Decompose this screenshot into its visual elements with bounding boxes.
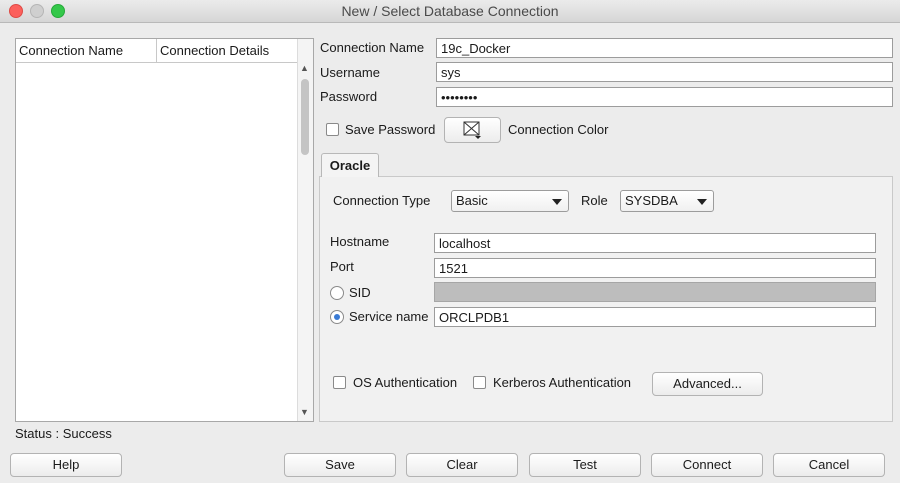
chevron-down-icon bbox=[697, 199, 707, 205]
connection-type-value: Basic bbox=[456, 193, 488, 208]
tab-oracle[interactable]: Oracle bbox=[321, 153, 379, 177]
port-field[interactable] bbox=[434, 258, 876, 278]
scrollbar-thumb[interactable] bbox=[301, 79, 309, 155]
role-value: SYSDBA bbox=[625, 193, 678, 208]
password-label: Password bbox=[320, 89, 378, 104]
help-button[interactable]: Help bbox=[10, 453, 122, 477]
hostname-label: Hostname bbox=[330, 234, 390, 249]
connection-color-label: Connection Color bbox=[508, 122, 609, 137]
title-bar: New / Select Database Connection bbox=[0, 0, 900, 23]
os-authentication-label: OS Authentication bbox=[353, 375, 458, 390]
role-label: Role bbox=[581, 193, 608, 208]
service-name-field[interactable] bbox=[434, 307, 876, 327]
test-button[interactable]: Test bbox=[529, 453, 641, 477]
chevron-down-icon bbox=[552, 199, 562, 205]
column-header-connection-details[interactable]: Connection Details bbox=[160, 43, 269, 58]
username-field[interactable] bbox=[436, 62, 893, 82]
column-divider[interactable] bbox=[156, 39, 157, 62]
sid-radio[interactable] bbox=[330, 286, 344, 300]
advanced-button[interactable]: Advanced... bbox=[652, 372, 763, 396]
connect-button[interactable]: Connect bbox=[651, 453, 763, 477]
password-field[interactable] bbox=[436, 87, 893, 107]
service-name-label: Service name bbox=[349, 309, 429, 324]
username-label: Username bbox=[320, 65, 380, 80]
save-button[interactable]: Save bbox=[284, 453, 396, 477]
scroll-up-icon[interactable]: ▲ bbox=[300, 63, 309, 73]
connection-name-field[interactable] bbox=[436, 38, 893, 58]
role-select[interactable]: SYSDBA bbox=[620, 190, 714, 212]
window-title: New / Select Database Connection bbox=[341, 3, 559, 19]
color-swatch-icon bbox=[463, 121, 481, 139]
port-label: Port bbox=[330, 259, 354, 274]
service-name-radio[interactable] bbox=[330, 310, 344, 324]
clear-button[interactable]: Clear bbox=[406, 453, 518, 477]
hostname-field[interactable] bbox=[434, 233, 876, 253]
sid-field bbox=[434, 282, 876, 302]
kerberos-authentication-label: Kerberos Authentication bbox=[493, 375, 632, 390]
connection-color-button[interactable] bbox=[444, 117, 501, 143]
os-authentication-checkbox[interactable] bbox=[333, 376, 346, 389]
status-text: Status : Success bbox=[15, 426, 112, 441]
connections-list[interactable]: Connection Name Connection Details ▲ ▼ bbox=[15, 38, 314, 422]
scroll-down-icon[interactable]: ▼ bbox=[300, 407, 309, 417]
save-password-label: Save Password bbox=[345, 122, 436, 137]
connections-list-header: Connection Name Connection Details bbox=[16, 39, 299, 63]
sid-label: SID bbox=[349, 285, 371, 300]
list-scrollbar[interactable]: ▲ ▼ bbox=[297, 39, 313, 421]
save-password-checkbox[interactable] bbox=[326, 123, 339, 136]
cancel-button[interactable]: Cancel bbox=[773, 453, 885, 477]
connection-type-label: Connection Type bbox=[333, 193, 431, 208]
connection-name-label: Connection Name bbox=[320, 40, 425, 55]
column-header-connection-name[interactable]: Connection Name bbox=[19, 43, 123, 58]
kerberos-authentication-checkbox[interactable] bbox=[473, 376, 486, 389]
connection-type-select[interactable]: Basic bbox=[451, 190, 569, 212]
